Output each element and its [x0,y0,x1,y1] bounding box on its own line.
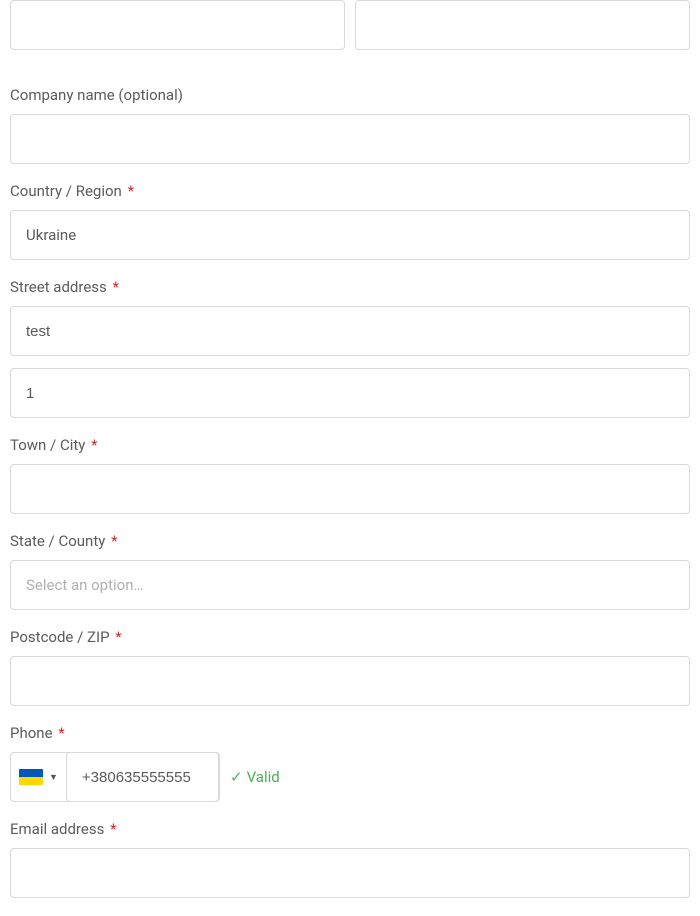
phone-required: * [58,724,64,742]
street-label: Street address * [10,278,690,296]
street-wrap: Street address * [10,278,690,418]
postcode-required: * [115,628,121,646]
phone-input-wrap: ▼ [10,752,220,802]
phone-valid-text: Valid [247,768,280,786]
city-label: Town / City * [10,436,690,454]
state-placeholder: Select an option… [26,576,144,594]
email-label: Email address * [10,820,690,838]
email-label-text: Email address [10,820,104,838]
postcode-input[interactable] [10,656,690,706]
postcode-wrap: Postcode / ZIP * [10,628,690,706]
email-required: * [110,820,116,838]
state-wrap: State / County * Select an option… [10,532,690,610]
chevron-down-icon: ▼ [49,772,58,783]
company-input[interactable] [10,114,690,164]
email-input[interactable] [10,848,690,898]
ukraine-flag-icon [19,769,43,785]
phone-valid-badge: ✓Valid [230,768,280,786]
city-required: * [91,436,97,454]
postcode-label: Postcode / ZIP * [10,628,690,646]
postcode-label-text: Postcode / ZIP [10,628,110,646]
city-input[interactable] [10,464,690,514]
city-wrap: Town / City * [10,436,690,514]
check-icon: ✓ [230,768,243,786]
street-line2-input[interactable] [10,368,690,418]
company-label: Company name (optional) [10,86,690,104]
street-label-text: Street address [10,278,107,296]
first-name-input[interactable] [10,0,345,50]
country-value: Ukraine [26,226,76,244]
state-select[interactable]: Select an option… [10,560,690,610]
last-name-wrap [355,0,690,50]
phone-row: ▼ ✓Valid [10,752,690,802]
phone-wrap: Phone * ▼ ✓Valid [10,724,690,802]
country-wrap: Country / Region * Ukraine [10,182,690,260]
country-code-select[interactable]: ▼ [19,769,66,785]
city-label-text: Town / City [10,436,85,454]
last-name-input[interactable] [355,0,690,50]
state-required: * [111,532,117,550]
email-wrap: Email address * [10,820,690,898]
country-label: Country / Region * [10,182,690,200]
country-required: * [128,182,134,200]
company-wrap: Company name (optional) [10,86,690,164]
first-name-wrap [10,0,345,50]
state-label-text: State / County [10,532,105,550]
street-line1-input[interactable] [10,306,690,356]
country-select[interactable]: Ukraine [10,210,690,260]
phone-label-text: Phone [10,724,53,742]
country-label-text: Country / Region [10,182,122,200]
phone-input[interactable] [66,752,219,802]
street-required: * [113,278,119,296]
state-label: State / County * [10,532,690,550]
phone-label: Phone * [10,724,690,742]
